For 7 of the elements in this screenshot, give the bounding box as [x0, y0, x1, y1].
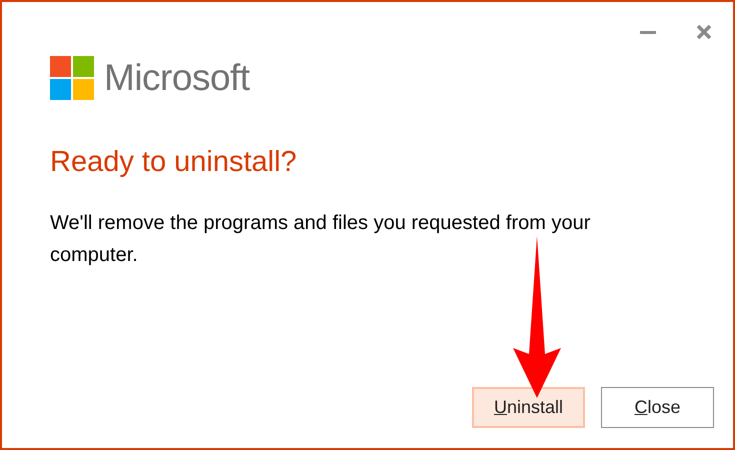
logo-icon	[50, 56, 94, 100]
dialog-button[interactable]: Close	[601, 387, 714, 428]
dialog-message: We'll remove the programs and files you requested from your computer.	[49, 210, 592, 268]
dialog-button[interactable]: Uninstall	[472, 387, 585, 428]
close-icon[interactable]	[695, 23, 713, 41]
dialog-heading: Ready to uninstall?	[49, 148, 298, 176]
logo-wordmark: Microsoft	[104, 56, 250, 100]
